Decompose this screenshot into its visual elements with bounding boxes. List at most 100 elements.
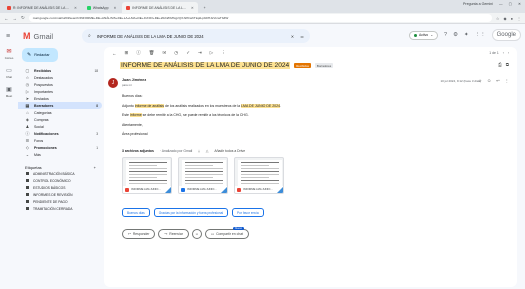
- search-options-icon[interactable]: ⚌: [300, 34, 304, 39]
- settings-icon[interactable]: ⚙: [453, 32, 458, 38]
- browser-tab[interactable]: WhatsApp ✕: [83, 2, 121, 13]
- gmail-logo[interactable]: M Gmail: [23, 31, 53, 41]
- maximize-icon[interactable]: ▢: [509, 2, 512, 6]
- snooze-icon[interactable]: ◷: [174, 50, 178, 56]
- sidebar-item[interactable]: ▢ Recibidos 18: [18, 67, 102, 74]
- url-field[interactable]: mail.google.com/mail/u/0/#search/INFORME…: [28, 14, 492, 22]
- inbox-badge[interactable]: Recibidos: [294, 63, 311, 68]
- drive-icon[interactable]: △: [206, 149, 209, 153]
- google-account-chip[interactable]: Google: [491, 29, 521, 41]
- attachment-card[interactable]: INFORME LMA JUNIO...: [178, 157, 228, 194]
- body-text: se debe remitir a la CHG, se puede remit…: [141, 113, 249, 117]
- print-icon[interactable]: ⎙: [498, 62, 502, 67]
- clear-search-icon[interactable]: ✕: [291, 34, 295, 39]
- search-icon[interactable]: ⌕: [88, 33, 91, 39]
- minimize-icon[interactable]: —: [499, 2, 503, 6]
- smart-reply-chip[interactable]: Buenos días: [122, 208, 150, 217]
- sidebar-item[interactable]: ⓘ Notificaciones 3: [18, 130, 102, 137]
- status-pill[interactable]: Activo ⌄: [408, 30, 439, 40]
- close-tab-icon[interactable]: ✕: [191, 6, 194, 10]
- reply-icon[interactable]: ↩: [496, 78, 500, 83]
- rail-item-meet[interactable]: ▣ Meet: [6, 86, 12, 98]
- label-item[interactable]: PENDIENTE DE PAGO: [18, 198, 102, 205]
- forward-button[interactable]: ↪ Reenviar: [158, 229, 189, 239]
- close-tab-icon[interactable]: ✕: [113, 6, 116, 10]
- add-to-drive-link[interactable]: Añadir todos a Drive: [214, 149, 245, 153]
- emoji-reaction-button[interactable]: ☺: [191, 229, 202, 239]
- move-icon[interactable]: ⇥: [198, 50, 202, 56]
- browser-tab[interactable]: INFORME DE ANÁLISIS DE LA L... ✕: [122, 2, 198, 13]
- close-window-icon[interactable]: ✕: [518, 2, 521, 6]
- emoji-icon[interactable]: ☺: [487, 78, 491, 83]
- extension-icon[interactable]: ◆: [504, 16, 507, 21]
- sidebar-item[interactable]: ◷ Pospuestos: [18, 81, 102, 88]
- label-tag-icon: [26, 186, 29, 189]
- mark-unread-icon[interactable]: ✉: [163, 50, 167, 56]
- sidebar-item[interactable]: ▤ Borradores 8: [18, 102, 102, 109]
- sidebar-item[interactable]: ☆ Destacados: [18, 74, 102, 81]
- rail-item-chat[interactable]: ▭ Chat: [6, 67, 12, 79]
- label-item[interactable]: ADMINISTRACIÓN BÁSICA: [18, 170, 102, 177]
- next-icon[interactable]: ›: [508, 51, 509, 55]
- close-tab-icon[interactable]: ✕: [74, 6, 77, 10]
- sidebar-item[interactable]: ⌄ Más: [18, 151, 102, 158]
- open-new-window-icon[interactable]: ⧉: [506, 62, 509, 67]
- browser-menu-icon[interactable]: ⋮: [517, 16, 521, 21]
- label-item[interactable]: ESTUDIOS BÁSICOS: [18, 184, 102, 191]
- report-icon[interactable]: ⓘ: [136, 50, 141, 56]
- more-options-icon[interactable]: ⋮: [505, 78, 509, 83]
- recipient-line[interactable]: para mí: [122, 83, 132, 87]
- drafts-badge[interactable]: Borradores: [314, 63, 334, 68]
- label-name: PENDIENTE DE PAGO: [33, 199, 68, 204]
- people-icon: ♟: [25, 124, 30, 129]
- apps-icon[interactable]: ⋮⋮: [475, 32, 486, 38]
- delete-icon[interactable]: 🗑: [149, 50, 155, 56]
- sidebar-item[interactable]: ◈ Compras: [18, 116, 102, 123]
- avatar[interactable]: J: [108, 78, 118, 88]
- star-icon[interactable]: ☆: [478, 78, 482, 83]
- prev-icon[interactable]: ‹: [503, 51, 504, 55]
- profile-icon[interactable]: ●: [511, 16, 513, 21]
- search-bar[interactable]: ⌕ INFORME DE ANÁLISIS DE LA LMA DE JUNIO…: [82, 29, 310, 43]
- add-task-icon[interactable]: ✓: [186, 50, 190, 56]
- attachment-card[interactable]: INFORME LMA JUNIO...: [122, 157, 172, 194]
- add-label-button[interactable]: +: [94, 165, 96, 170]
- new-tab-icon[interactable]: +: [200, 2, 210, 13]
- compose-button[interactable]: ✎ Redactar: [22, 48, 58, 62]
- back-nav-icon[interactable]: ←: [4, 16, 9, 21]
- archive-icon[interactable]: ⊞: [125, 50, 129, 56]
- label-icon[interactable]: ▷: [210, 50, 213, 56]
- sidebar-item[interactable]: ☰ Foros: [18, 137, 102, 144]
- rail-item-correo[interactable]: ✉ Correo: [5, 48, 14, 60]
- forward-nav-icon[interactable]: →: [13, 16, 18, 21]
- back-icon[interactable]: ←: [112, 51, 117, 56]
- attachment-card[interactable]: INFORME LMA JUNIO...: [234, 157, 284, 194]
- sidebar-item[interactable]: ➤ Enviados: [18, 95, 102, 102]
- search-input[interactable]: INFORME DE ANÁLISIS DE LA LMA DE JUNIO D…: [97, 34, 285, 39]
- help-icon[interactable]: ?: [444, 32, 447, 38]
- sidebar-item[interactable]: ◇ Promociones 1: [18, 144, 102, 151]
- hamburger-menu-icon[interactable]: ≡: [6, 33, 18, 40]
- bookmark-icon[interactable]: ☆: [496, 16, 500, 21]
- label-item[interactable]: CONTROL ECONÓMICO: [18, 177, 102, 184]
- browser-tab[interactable]: R: INFORME DE ANÁLISIS DE LA ... ✕: [3, 2, 81, 13]
- download-all-icon[interactable]: ⤓: [198, 149, 200, 153]
- label-item[interactable]: TRAMITACIÓN CERRADA: [18, 205, 102, 212]
- sender-name[interactable]: Juan Jiménez: [122, 78, 146, 82]
- more-icon[interactable]: ⋮: [221, 50, 226, 56]
- smart-reply-chip[interactable]: Por favor envía: [232, 208, 264, 217]
- share-chat-button[interactable]: ▭ Compartir en chat Nuevo: [204, 227, 250, 239]
- gemini-icon[interactable]: ✦: [464, 32, 469, 38]
- rail-label: Correo: [4, 56, 14, 60]
- reply-button[interactable]: ↩ Responder: [122, 229, 156, 239]
- label-item[interactable]: INFORMES DE REVISIÓN: [18, 191, 102, 198]
- sidebar-item[interactable]: ⌂ Categorías: [18, 109, 102, 116]
- sidebar-item[interactable]: ♟ Social: [18, 123, 102, 130]
- reload-icon[interactable]: ↻: [21, 15, 25, 21]
- sidebar-item[interactable]: ▷ Importantes: [18, 88, 102, 95]
- attachments-subtitle: · Analizado por Gmail: [159, 149, 193, 153]
- highlight-text: informe: [129, 113, 142, 117]
- smart-reply-chip[interactable]: Gracias por la información y fuera profe…: [153, 208, 229, 217]
- sidebar-item-label: Pospuestos: [34, 82, 53, 87]
- gemini-label[interactable]: Pregunta a Gemini: [463, 2, 493, 6]
